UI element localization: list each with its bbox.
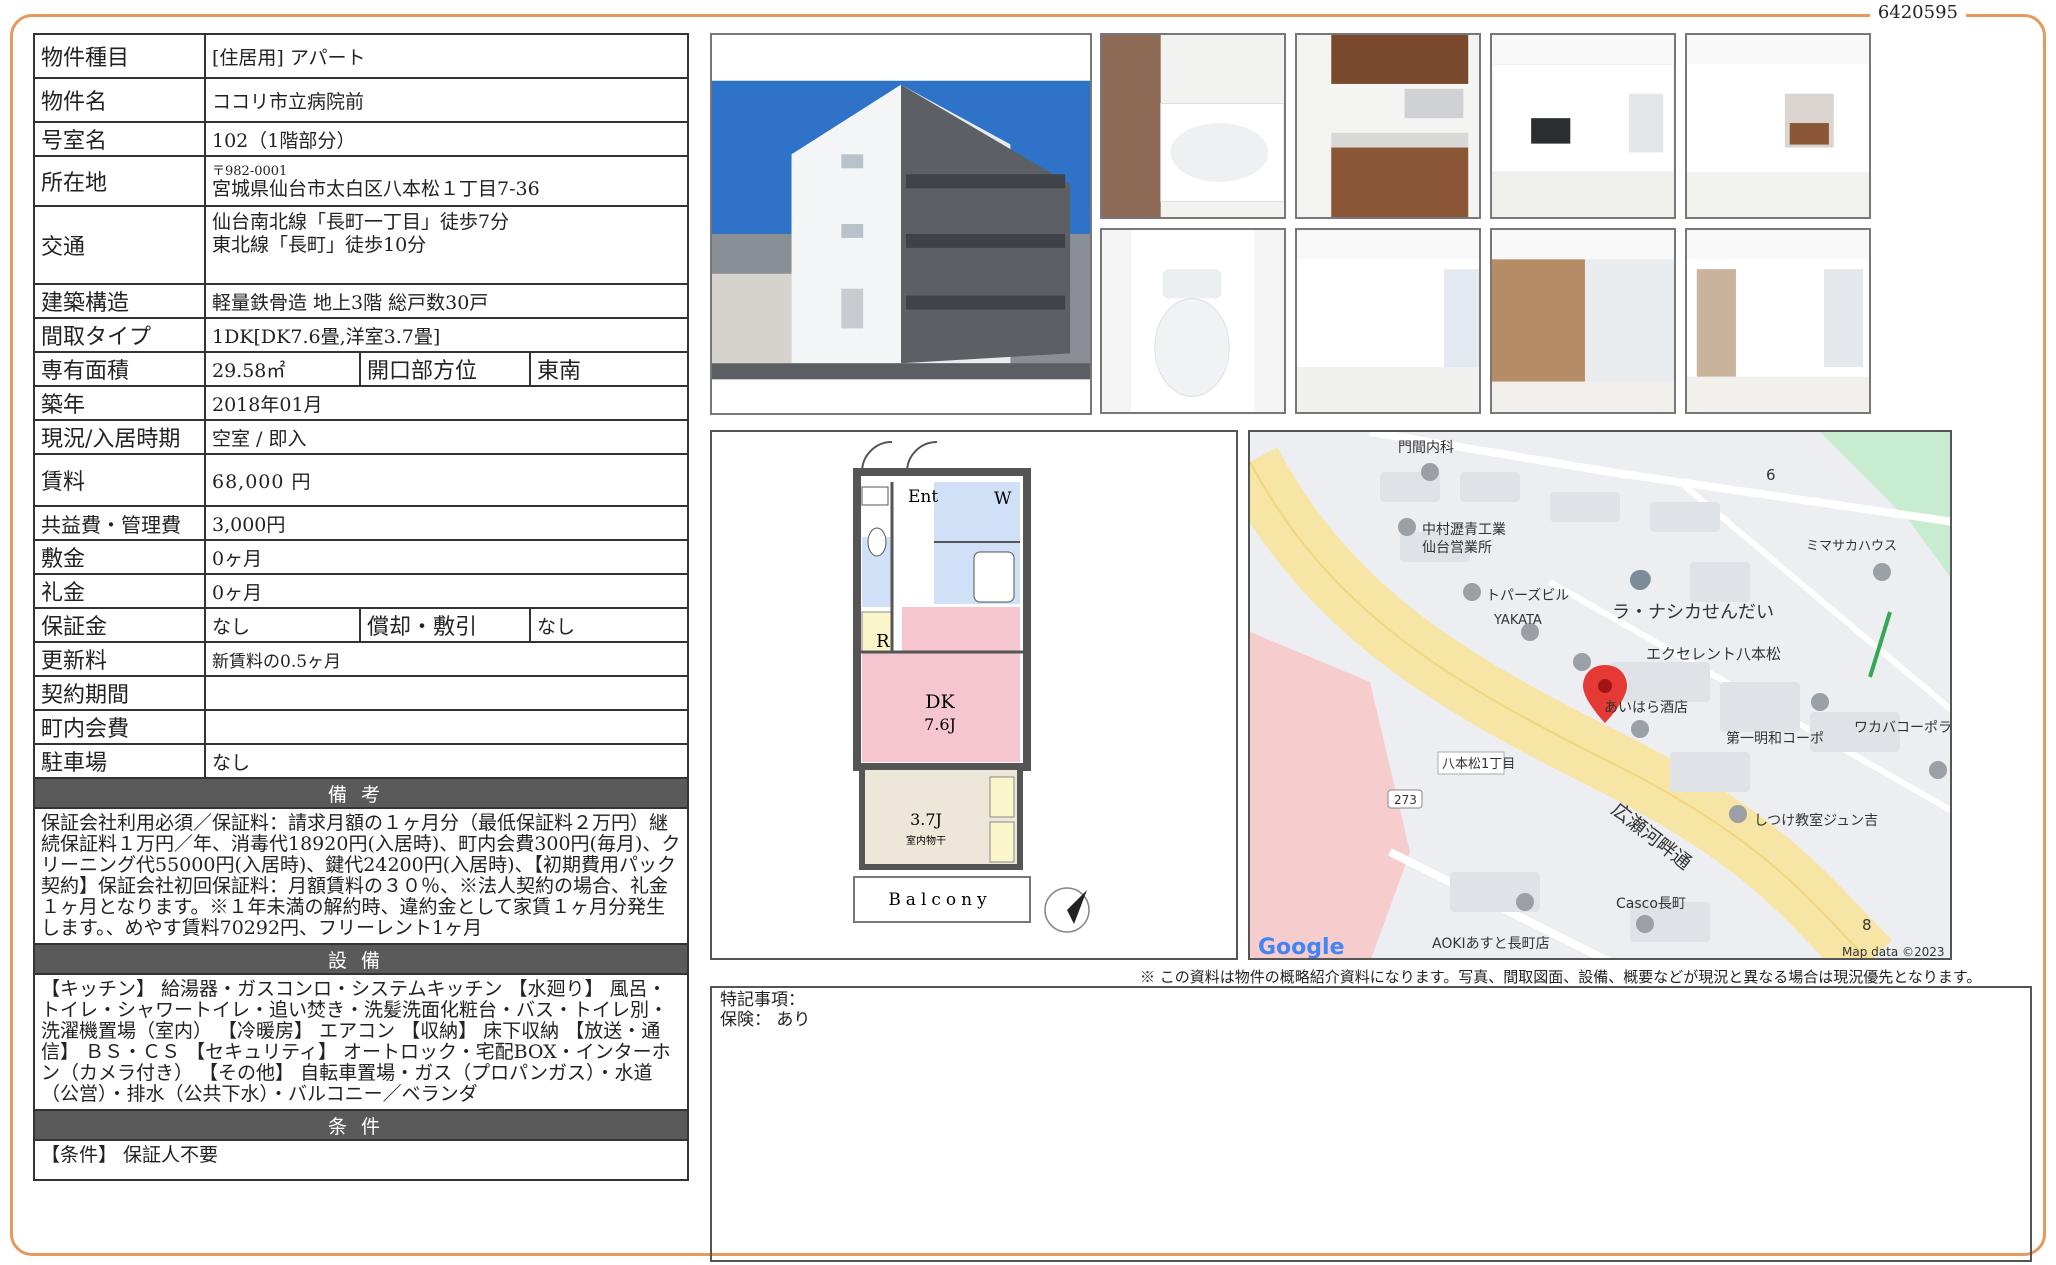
community-fee-label: 町内会費 bbox=[33, 709, 206, 745]
access-label: 交通 bbox=[33, 205, 206, 285]
direction-label: 開口部方位 bbox=[359, 351, 531, 387]
exterior-photo bbox=[710, 33, 1092, 415]
room-photo-1 bbox=[1295, 228, 1481, 414]
rent-value: 68,000 円 bbox=[203, 453, 690, 507]
fee-value: 3,000円 bbox=[203, 505, 690, 541]
toilet-photo bbox=[1100, 228, 1286, 414]
remarks-text: 保証会社利用必須／保証料：請求月額の１ヶ月分（最低保証料２万円）継続保証料１万円… bbox=[32, 807, 690, 945]
property-table: 物件種目 [住居用] アパート 物件名 ココリ市立病院前 号室名 102（1階部… bbox=[32, 33, 690, 1181]
bathroom-photo bbox=[1100, 33, 1286, 219]
community-fee-value bbox=[203, 709, 690, 745]
map-place-3: ミマサカハウス bbox=[1806, 539, 1897, 554]
renewal-label: 更新料 bbox=[33, 641, 206, 677]
address-value: 宮城県仙台市太白区八本松１丁目7-36 bbox=[212, 178, 540, 200]
special-notes-label: 特記事項： bbox=[720, 990, 805, 1010]
access-line-1: 仙台南北線「長町一丁目」徒歩7分 bbox=[212, 211, 510, 233]
room-photo-3 bbox=[1685, 228, 1871, 414]
plan-dk-label: DK bbox=[925, 691, 955, 713]
map-place-7: エクセレント八本松 bbox=[1646, 645, 1781, 663]
room-value: 102（1階部分） bbox=[203, 121, 690, 157]
map-place-16: 6 bbox=[1766, 466, 1776, 484]
map-place-18: 273 bbox=[1394, 793, 1417, 807]
living-photo-1 bbox=[1490, 33, 1676, 219]
type-label: 物件種目 bbox=[33, 33, 206, 79]
amort-value: なし bbox=[528, 607, 690, 643]
parking-label: 駐車場 bbox=[33, 743, 206, 779]
kitchen-photo bbox=[1295, 33, 1481, 219]
location-map: 門間内科 中村瀝青工業 仙台営業所 ミマサカハウス トパーズビル YAKATA … bbox=[1248, 430, 1952, 960]
conditions-heading: 条件 bbox=[32, 1109, 690, 1141]
disclaimer-text: ※ この資料は物件の概略紹介資料になります。写真、間取図面、設備、概要などが現況… bbox=[1140, 968, 1982, 986]
map-place-12: しつけ教室ジュン吉 bbox=[1754, 812, 1878, 829]
name-value: ココリ市立病院前 bbox=[203, 77, 690, 123]
status-value: 空室 / 即入 bbox=[203, 419, 690, 455]
structure-value: 軽量鉄骨造 地上3階 総戸数30戸 bbox=[203, 283, 690, 319]
area-value: 29.58㎡ bbox=[204, 351, 361, 387]
structure-label: 建築構造 bbox=[33, 283, 206, 319]
map-place-0: 門間内科 bbox=[1398, 440, 1454, 456]
document-id: 6420595 bbox=[1869, 0, 1966, 25]
renewal-value: 新賃料の0.5ヶ月 bbox=[203, 641, 690, 677]
plan-balcony-label: Balcony bbox=[888, 890, 991, 910]
plan-room-size: 3.7J bbox=[910, 810, 942, 829]
plan-dk-size: 7.6J bbox=[924, 715, 956, 734]
facilities-text: 【キッチン】 給湯器・ガスコンロ・システムキッチン 【水廻り】 風呂・トイレ・シ… bbox=[32, 973, 690, 1111]
plan-ent-label: Ent bbox=[908, 487, 938, 507]
room-label: 号室名 bbox=[33, 121, 206, 157]
living-photo-2 bbox=[1685, 33, 1871, 219]
map-place-17: 8 bbox=[1862, 916, 1872, 934]
built-value: 2018年01月 bbox=[203, 385, 690, 421]
plan-r-label: R bbox=[876, 631, 890, 652]
map-place-4: トパーズビル bbox=[1486, 588, 1569, 604]
keymoney-label: 礼金 bbox=[33, 573, 206, 609]
insurance-note: 保険： あり bbox=[720, 1010, 811, 1030]
pharmacy-pin-icon bbox=[1630, 570, 1650, 590]
facilities-heading: 設備 bbox=[32, 943, 690, 975]
status-label: 現況/入居時期 bbox=[33, 419, 206, 455]
map-place-5: YAKATA bbox=[1493, 613, 1542, 628]
plan-room-note: 室内物干 bbox=[906, 834, 946, 847]
direction-value: 東南 bbox=[528, 351, 690, 387]
layout-value: 1DK[DK7.6畳,洋室3.7畳] bbox=[203, 317, 690, 353]
map-place-6: ラ・ナシカせんだい bbox=[1612, 602, 1774, 623]
rent-label: 賃料 bbox=[33, 453, 206, 507]
map-place-14: Casco長町 bbox=[1616, 896, 1686, 912]
map-place-2: 仙台営業所 bbox=[1422, 540, 1492, 556]
contract-value bbox=[203, 675, 690, 711]
conditions-text: 【条件】 保証人不要 bbox=[32, 1139, 690, 1181]
floor-plan: Ent W R DK 7.6J 3.7J 室内物干 Balcony bbox=[710, 430, 1238, 960]
fee-label: 共益費・管理費 bbox=[33, 505, 206, 541]
type-value: [住居用] アパート bbox=[203, 33, 690, 79]
map-place-9: 第一明和コーポ bbox=[1726, 730, 1824, 747]
north-arrow-icon bbox=[1044, 887, 1090, 933]
room-photo-2 bbox=[1490, 228, 1676, 414]
layout-label: 間取タイプ bbox=[33, 317, 206, 353]
area-label: 専有面積 bbox=[33, 351, 206, 387]
access-line-2: 東北線「長町」徒歩10分 bbox=[212, 234, 427, 256]
special-notes-box: 特記事項： 保険： あり bbox=[710, 986, 2032, 1262]
parking-value: なし bbox=[203, 743, 690, 779]
google-logo: Google bbox=[1258, 935, 1345, 960]
guarantee-value: なし bbox=[204, 607, 361, 643]
map-attribution: Map data ©2023 bbox=[1842, 945, 1945, 959]
amort-label: 償却・敷引 bbox=[359, 607, 531, 643]
map-place-10: ワカバコーポラ bbox=[1854, 720, 1952, 736]
name-label: 物件名 bbox=[33, 77, 206, 123]
map-place-1: 中村瀝青工業 bbox=[1422, 522, 1506, 538]
deposit-label: 敷金 bbox=[33, 539, 206, 575]
map-place-15: AOKIあすと長町店 bbox=[1432, 936, 1550, 952]
deposit-value: 0ヶ月 bbox=[203, 539, 690, 575]
keymoney-value: 0ヶ月 bbox=[203, 573, 690, 609]
map-place-8: あいはら酒店 bbox=[1604, 700, 1688, 716]
contract-label: 契約期間 bbox=[33, 675, 206, 711]
remarks-heading: 備考 bbox=[32, 777, 690, 809]
built-label: 築年 bbox=[33, 385, 206, 421]
guarantee-label: 保証金 bbox=[33, 607, 206, 643]
plan-w-label: W bbox=[994, 489, 1012, 509]
address-label: 所在地 bbox=[33, 155, 206, 207]
map-place-11: 八本松1丁目 bbox=[1442, 757, 1515, 772]
